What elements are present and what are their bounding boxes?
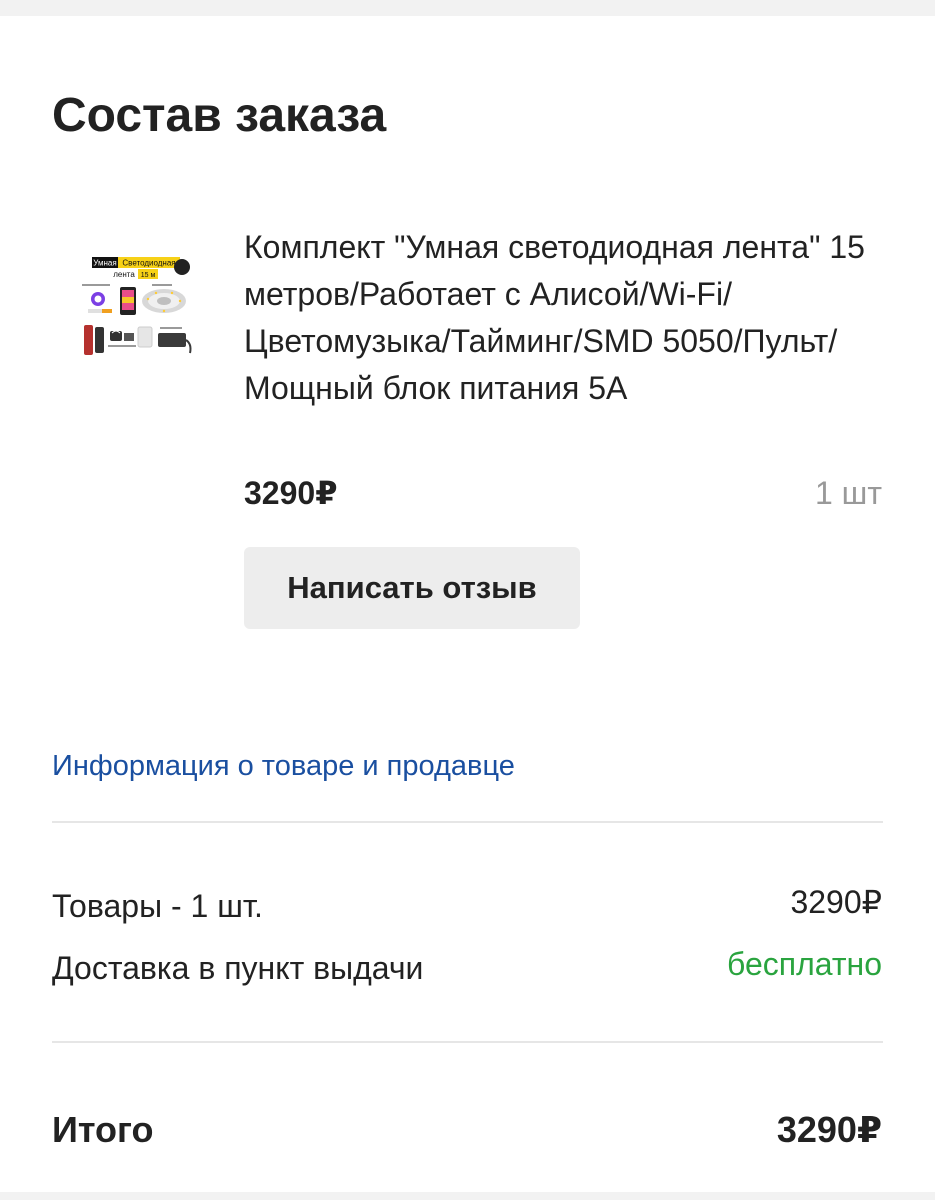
delivery-value: бесплатно: [727, 946, 882, 982]
product-price: 3290₽: [244, 475, 338, 511]
order-composition-card: Состав заказа Умная Светодиодная лента 1…: [0, 16, 935, 1192]
total-value: 3290₽: [776, 1109, 882, 1150]
power-supply-icon: [158, 333, 186, 347]
image-text-strip: лента: [113, 270, 135, 279]
product-name[interactable]: Комплект "Умная светодиодная лента" 15 м…: [244, 224, 894, 412]
image-badge: [174, 259, 190, 275]
controller-icon: [137, 326, 153, 348]
goods-total-value: 3290₽: [790, 884, 882, 920]
write-review-button[interactable]: Написать отзыв: [244, 547, 580, 629]
product-image-graphic: Умная Светодиодная лента 15 м: [78, 249, 196, 361]
product-quantity: 1 шт: [814, 475, 882, 511]
summary-divider-bottom: [52, 1041, 883, 1043]
summary-divider-top: [52, 821, 883, 823]
page-title: Состав заказа: [52, 89, 387, 142]
image-text-length: 15 м: [141, 272, 156, 279]
image-text-led: Светодиодная: [122, 259, 175, 268]
product-seller-info-link[interactable]: Информация о товаре и продавце: [52, 746, 515, 786]
delivery-label: Доставка в пункт выдачи: [52, 950, 424, 986]
goods-count-label: Товары - 1 шт.: [52, 888, 263, 924]
total-label: Итого: [52, 1109, 154, 1150]
remote-icon: [84, 325, 93, 355]
image-text-smart: Умная: [93, 259, 116, 268]
product-image[interactable]: Умная Светодиодная лента 15 м: [78, 249, 196, 361]
